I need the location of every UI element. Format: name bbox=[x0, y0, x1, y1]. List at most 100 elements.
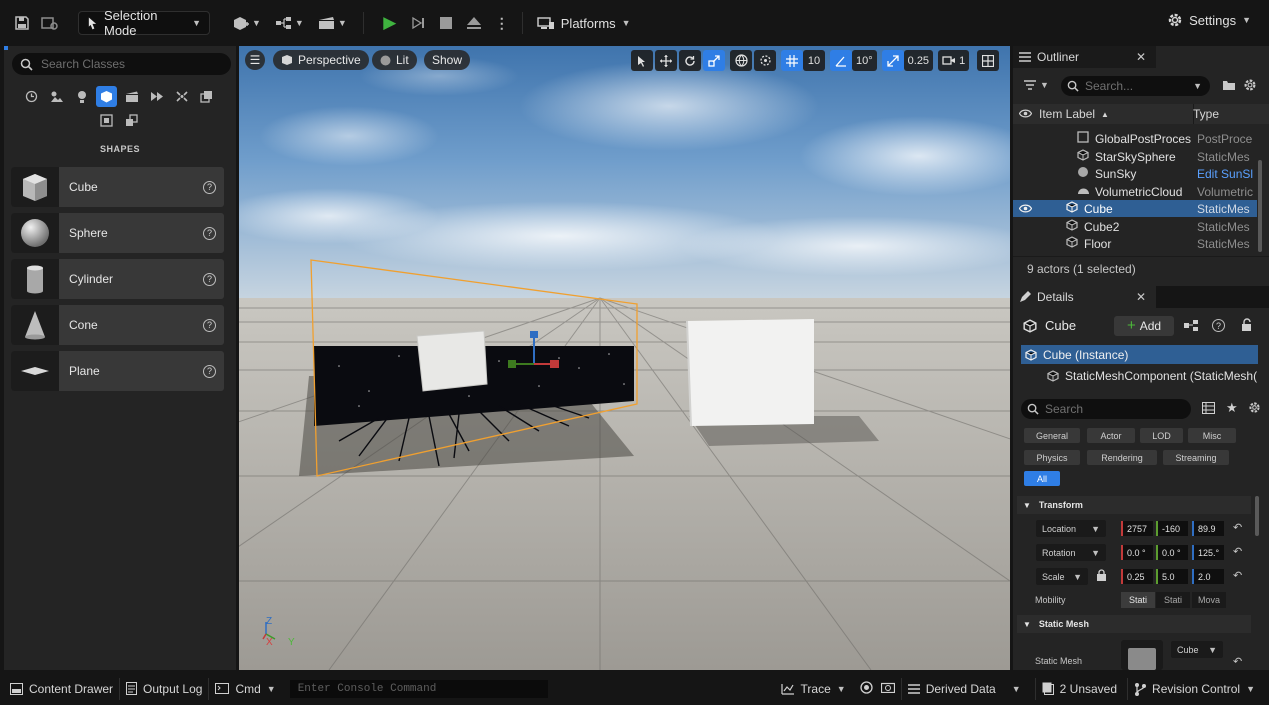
play-options-button[interactable]: ⋮ bbox=[488, 9, 516, 37]
perspective-button[interactable]: Perspective bbox=[273, 50, 369, 70]
scale-snap-toggle[interactable] bbox=[881, 50, 904, 71]
column-item-label[interactable]: Item Label bbox=[1039, 107, 1095, 121]
unsaved-button[interactable]: 2 Unsaved bbox=[1042, 682, 1117, 696]
rotation-dropdown[interactable]: Rotation ▼ bbox=[1036, 544, 1106, 561]
play-button[interactable]: ▶ bbox=[376, 9, 404, 37]
recent-icon[interactable] bbox=[21, 86, 42, 107]
component-row[interactable]: StaticMeshComponent (StaticMesh( bbox=[1047, 367, 1259, 384]
record-icon[interactable] bbox=[860, 680, 873, 697]
scale-snap-value[interactable]: 0.25 bbox=[903, 50, 934, 71]
blueprint-convert-icon[interactable] bbox=[1183, 319, 1199, 335]
component-instance-row[interactable]: Cube (Instance) bbox=[1021, 345, 1258, 364]
blueprints-button[interactable]: ▼ bbox=[275, 16, 304, 30]
world-local-icon[interactable] bbox=[730, 50, 752, 71]
property-matrix-icon[interactable] bbox=[1202, 402, 1215, 417]
help-icon[interactable]: ? bbox=[203, 226, 216, 240]
add-component-button[interactable]: + Add bbox=[1114, 316, 1174, 336]
level-viewport[interactable]: Z X Y ☰ Perspective Lit Show 10 10° 0.25… bbox=[239, 46, 1010, 670]
transform-section-header[interactable]: ▼ Transform bbox=[1017, 496, 1251, 514]
shape-item-sphere[interactable]: Sphere ? bbox=[11, 213, 224, 253]
mobility-static-option[interactable]: Stati bbox=[1121, 592, 1155, 608]
mobility-movable-option[interactable]: Mova bbox=[1192, 592, 1226, 608]
basic-actors-icon[interactable] bbox=[46, 86, 67, 107]
save-icon[interactable] bbox=[8, 9, 36, 37]
platforms-dropdown[interactable]: Platforms ▼ bbox=[537, 16, 631, 31]
location-y-field[interactable]: -160 bbox=[1156, 521, 1188, 536]
content-drawer-button[interactable]: Content Drawer bbox=[10, 682, 113, 696]
geometry-icon[interactable] bbox=[121, 110, 142, 131]
tab-outliner[interactable]: Outliner ✕ bbox=[1013, 46, 1156, 68]
viewport-menu-button[interactable]: ☰ bbox=[245, 50, 265, 70]
stop-button[interactable] bbox=[432, 9, 460, 37]
eject-button[interactable] bbox=[460, 9, 488, 37]
rotation-snap-toggle[interactable] bbox=[830, 50, 852, 71]
scale-dropdown[interactable]: Scale ▼ bbox=[1036, 568, 1088, 585]
cinematics-button[interactable]: ▼ bbox=[318, 16, 347, 30]
rotate-tool-icon[interactable] bbox=[679, 50, 701, 71]
rotation-snap-value[interactable]: 10° bbox=[852, 50, 877, 71]
lights-icon[interactable] bbox=[71, 86, 92, 107]
details-search-input[interactable]: Search bbox=[1021, 399, 1191, 419]
shape-item-cylinder[interactable]: Cylinder ? bbox=[11, 259, 224, 299]
location-dropdown[interactable]: Location ▼ bbox=[1036, 520, 1106, 537]
revision-control-dropdown[interactable]: Revision Control ▼ bbox=[1134, 682, 1255, 696]
viewport-layout-icon[interactable] bbox=[977, 50, 1000, 71]
eye-icon[interactable] bbox=[1018, 107, 1033, 121]
rotation-z-field[interactable]: 125.° bbox=[1192, 545, 1224, 560]
scale-z-field[interactable]: 2.0 bbox=[1192, 569, 1224, 584]
trace-dropdown[interactable]: Trace ▼ bbox=[780, 682, 846, 696]
outliner-row[interactable]: GlobalPostProces PostProce bbox=[1013, 130, 1257, 147]
help-icon[interactable]: ? bbox=[1212, 319, 1225, 332]
outliner-search-input[interactable]: Search... ▼ bbox=[1061, 76, 1210, 96]
rotation-x-field[interactable]: 0.0 ° bbox=[1121, 545, 1153, 560]
gear-icon[interactable] bbox=[1243, 78, 1257, 95]
shapes-category-icon[interactable] bbox=[96, 86, 117, 107]
outliner-row-selected[interactable]: Cube StaticMes bbox=[1013, 200, 1257, 217]
reset-arrow-icon[interactable]: ↶ bbox=[1233, 569, 1242, 582]
add-actor-button[interactable]: ▼ bbox=[232, 15, 261, 31]
filter-general[interactable]: General bbox=[1024, 428, 1080, 443]
select-tool-icon[interactable] bbox=[631, 50, 653, 71]
visual-effects-icon[interactable] bbox=[146, 86, 167, 107]
filter-streaming[interactable]: Streaming bbox=[1163, 450, 1229, 465]
help-icon[interactable]: ? bbox=[203, 180, 216, 194]
outliner-scrollbar[interactable] bbox=[1258, 160, 1262, 252]
shape-item-cone[interactable]: Cone ? bbox=[11, 305, 224, 345]
outliner-row[interactable]: Floor StaticMes bbox=[1013, 235, 1257, 252]
search-classes-input[interactable]: Search Classes bbox=[12, 53, 231, 75]
mobility-stationary-option[interactable]: Stati bbox=[1156, 592, 1190, 608]
output-log-button[interactable]: Output Log bbox=[126, 682, 202, 696]
help-icon[interactable]: ? bbox=[203, 364, 216, 378]
column-type[interactable]: Type bbox=[1193, 107, 1219, 121]
cmd-dropdown[interactable]: Cmd ▼ bbox=[215, 682, 276, 696]
eye-icon[interactable] bbox=[1018, 202, 1033, 216]
derived-data-dropdown[interactable]: Derived Data ▼ bbox=[907, 682, 1021, 696]
selection-mode-dropdown[interactable]: Selection Mode ▼ bbox=[78, 8, 210, 38]
add-folder-icon[interactable] bbox=[1222, 79, 1236, 94]
all-classes-icon[interactable] bbox=[196, 86, 217, 107]
location-z-field[interactable]: 89.9 bbox=[1192, 521, 1224, 536]
volumes-icon[interactable] bbox=[171, 86, 192, 107]
show-button[interactable]: Show bbox=[424, 50, 471, 70]
filter-actor[interactable]: Actor bbox=[1087, 428, 1135, 443]
console-input[interactable]: Enter Console Command bbox=[289, 679, 548, 698]
gear-icon[interactable] bbox=[1248, 401, 1261, 417]
screenshot-icon[interactable] bbox=[880, 681, 895, 696]
grid-snap-value[interactable]: 10 bbox=[803, 50, 825, 71]
camera-speed-button[interactable]: 1 bbox=[938, 50, 970, 71]
mesh-thumbnail[interactable] bbox=[1121, 640, 1163, 670]
details-scrollbar[interactable] bbox=[1255, 496, 1259, 536]
scale-x-field[interactable]: 0.25 bbox=[1121, 569, 1153, 584]
edit-blueprint-link[interactable]: Edit SunSl bbox=[1197, 167, 1253, 181]
rotation-y-field[interactable]: 0.0 ° bbox=[1156, 545, 1188, 560]
lock-icon[interactable] bbox=[1241, 318, 1254, 334]
filter-physics[interactable]: Physics bbox=[1024, 450, 1080, 465]
filter-misc[interactable]: Misc bbox=[1188, 428, 1236, 443]
settings-dropdown[interactable]: Settings ▼ bbox=[1167, 12, 1251, 28]
reset-arrow-icon[interactable]: ↶ bbox=[1233, 545, 1242, 558]
cinematic-icon[interactable] bbox=[121, 86, 142, 107]
outliner-row[interactable]: VolumetricCloud Volumetric bbox=[1013, 183, 1257, 200]
close-icon[interactable]: ✕ bbox=[1136, 290, 1146, 304]
reset-arrow-icon[interactable]: ↶ bbox=[1233, 521, 1242, 534]
close-icon[interactable]: ✕ bbox=[1136, 50, 1146, 64]
